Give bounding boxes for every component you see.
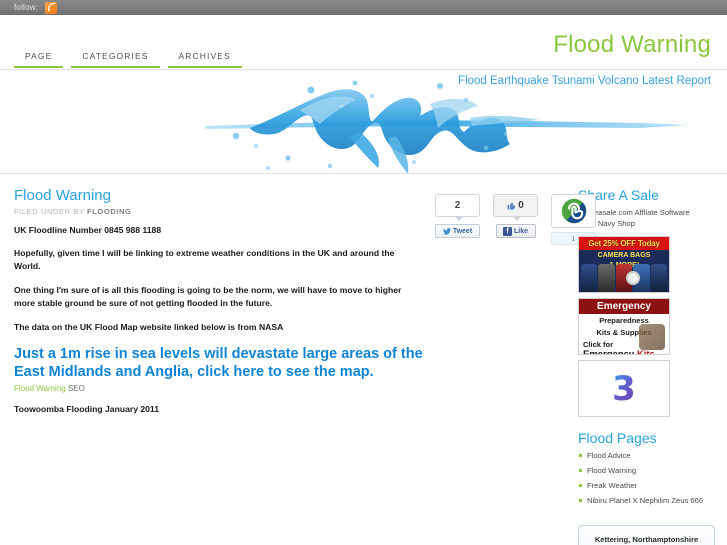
main-column: Flood Warning FILED UNDER BY FLOODING UK… [14, 174, 596, 545]
page-title: Flood Warning [553, 31, 711, 58]
article-paragraph-4: The data on the UK Flood Map website lin… [14, 321, 284, 332]
content-wrapper: Flood Warning FILED UNDER BY FLOODING UK… [0, 174, 727, 545]
facebook-like-button[interactable]: f Like [495, 224, 536, 238]
three-mobile-ad[interactable]: 3 [578, 360, 670, 418]
camera-bags-image [579, 264, 669, 293]
camera-bags-ad[interactable]: Get 25% OFF Today CAMERA BAGS & MORE! [578, 236, 670, 294]
like-button-label: Like [513, 227, 528, 235]
share-a-sale-text: Shareasale.com Affliate Software Army Na… [578, 207, 713, 229]
three-logo-icon: 3 [612, 368, 636, 409]
nav-item-categories[interactable]: CATEGORIES [71, 47, 160, 68]
flood-pages-item-freak-weather[interactable]: Freak Weather [578, 481, 713, 496]
tweet-button-label: Tweet [452, 227, 473, 235]
flood-pages-item-flood-advice[interactable]: Flood Advice [578, 451, 713, 466]
facebook-share-widget: 0 f Like [492, 194, 539, 238]
camera-ad-line1: Get 25% OFF Today [579, 237, 669, 251]
emergency-ad-line5a: Emergency [583, 348, 637, 356]
flood-pages-item-nibiru[interactable]: Nibiru Planet X Nephilim Zeus 666 [578, 496, 713, 511]
emergency-kit-image [639, 324, 665, 351]
emergency-ad-line1: Emergency [579, 299, 669, 315]
emergency-kits-ad[interactable]: Emergency Preparedness Kits & Supplies C… [578, 298, 670, 356]
follow-bar: follow: [0, 0, 727, 15]
twitter-bird-icon [442, 227, 451, 235]
filed-under-prefix: FILED UNDER BY [14, 206, 85, 216]
seo-credit-link[interactable]: Flood Warning [14, 384, 66, 393]
facebook-f-icon: f [502, 226, 512, 236]
facebook-count-bubble[interactable]: 0 [493, 194, 538, 221]
article-paragraph-5: Toowoomba Flooding January 2011 [14, 403, 160, 414]
follow-label: follow: [14, 3, 39, 12]
flood-pages-list: Flood Advice Flood Warning Freak Weather… [578, 451, 713, 511]
stumbleupon-icon [561, 198, 586, 224]
article-category-link[interactable]: FLOODING [87, 207, 131, 216]
seo-credit-suffix: SEO [67, 383, 85, 393]
main-navigation: PAGE CATEGORIES ARCHIVES [14, 47, 250, 68]
camera-ad-line2: CAMERA BAGS [597, 252, 651, 260]
site-tagline: Flood Earthquake Tsunami Volcano Latest … [458, 75, 711, 87]
article-paragraph-3: One thing I'm sure of is all this floodi… [14, 285, 402, 309]
nav-item-archives[interactable]: ARCHIVES [167, 47, 242, 68]
weather-widget: Kettering, Northamptonshire United Kingd… [578, 525, 715, 545]
flood-pages-heading: Flood Pages [578, 430, 657, 447]
facebook-count: 0 [518, 200, 524, 211]
share-a-sale-heading: Share A Sale [578, 187, 659, 203]
stumbleupon-button[interactable] [551, 194, 596, 228]
seo-credit-line: Flood Warning SEO [14, 384, 574, 393]
page-container: Flood Warning PAGE CATEGORIES ARCHIVES F… [0, 15, 727, 545]
nav-item-page[interactable]: PAGE [14, 47, 64, 68]
social-share-bar: 2 Tweet 0 f Like 1 [434, 194, 597, 245]
twitter-share-widget: 2 Tweet [434, 194, 481, 238]
rss-icon[interactable] [45, 1, 58, 14]
twitter-count-bubble[interactable]: 2 [435, 194, 480, 221]
tweet-button[interactable]: Tweet [435, 224, 480, 238]
flood-pages-item-flood-warning[interactable]: Flood Warning [578, 466, 713, 481]
share-a-sale-line2: Army Navy Shop [578, 219, 635, 229]
site-header: Flood Warning PAGE CATEGORIES ARCHIVES [0, 15, 727, 68]
header-banner: Flood Earthquake Tsunami Volcano Latest … [0, 69, 727, 174]
article-paragraph-2: Hopefully, given time I will be linking … [14, 248, 395, 272]
facebook-thumb-icon [507, 202, 516, 210]
flood-map-link[interactable]: Just a 1m rise in sea levels will devast… [14, 345, 434, 382]
share-a-sale-line1: Shareasale.com Affliate Software [578, 208, 690, 218]
weather-location-line1: Kettering, Northamptonshire [594, 535, 699, 545]
article-paragraph-1: UK Floodline Number 0845 988 1188 [14, 224, 162, 235]
